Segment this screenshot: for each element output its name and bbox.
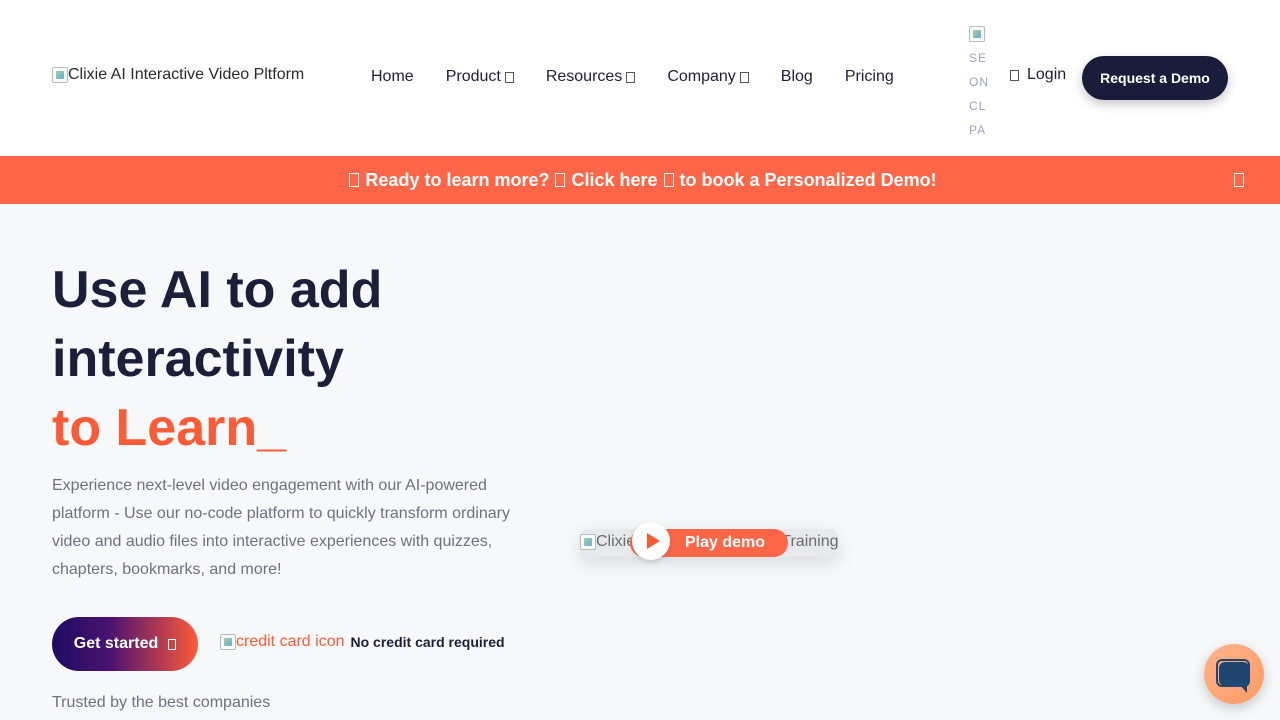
broken-image-icon xyxy=(580,533,596,550)
language-alt-4: PA xyxy=(969,123,987,137)
main-nav: Home Product Resources Company Blog Pric… xyxy=(371,66,926,88)
language-alt-3: CL xyxy=(969,99,987,113)
login-link[interactable]: Login xyxy=(1010,66,1066,84)
nav-blog-label: Blog xyxy=(780,68,813,85)
credit-card-text: No credit card required xyxy=(350,634,505,650)
nav-product-label: Product xyxy=(445,68,501,85)
banner-link[interactable]: Click here xyxy=(571,170,657,191)
close-icon[interactable] xyxy=(1234,173,1244,187)
sparkle-icon xyxy=(349,173,360,187)
chevron-down-icon xyxy=(626,71,636,83)
play-demo-button[interactable]: Play demo xyxy=(630,521,788,560)
chevron-down-icon xyxy=(739,71,749,83)
hero-title-accent: to Learn_ xyxy=(52,399,287,457)
promo-banner[interactable]: Ready to learn more? Click here to book … xyxy=(0,156,1280,204)
nav-blog[interactable]: Blog xyxy=(781,66,813,88)
nav-product[interactable]: Product xyxy=(446,66,514,88)
request-demo-button[interactable]: Request a Demo xyxy=(1082,56,1228,100)
nav-company[interactable]: Company xyxy=(667,66,749,88)
language-alt-2: ON xyxy=(969,75,989,89)
credit-card-alt-text: credit card icon xyxy=(236,633,345,650)
trusted-by-heading: Trusted by the best companies xyxy=(52,694,271,711)
arrow-icon xyxy=(663,173,674,187)
broken-image-icon xyxy=(52,67,68,83)
nav-company-label: Company xyxy=(667,68,736,85)
banner-text-1: Ready to learn more? xyxy=(365,169,550,190)
language-alt-1: SE xyxy=(969,51,988,65)
nav-resources[interactable]: Resources xyxy=(545,66,636,88)
chevron-down-icon xyxy=(504,71,514,83)
credit-card-icon xyxy=(220,634,236,650)
play-demo-label: Play demo xyxy=(685,534,766,551)
banner-text-3: to book a Personalized Demo! xyxy=(679,169,937,190)
site-header: Clixie AI Interactive Video Pltform Home… xyxy=(0,0,1280,156)
login-label: Login xyxy=(1027,66,1067,83)
pointer-icon xyxy=(555,173,566,187)
nav-pricing[interactable]: Pricing xyxy=(845,66,894,88)
nav-home[interactable]: Home xyxy=(371,66,414,88)
chat-widget-button[interactable] xyxy=(1204,644,1264,704)
hero-title-line-2: interactivity xyxy=(52,330,344,388)
flag-icon xyxy=(969,25,985,42)
get-started-label: Get started xyxy=(73,635,159,652)
nav-pricing-label: Pricing xyxy=(844,68,894,85)
logo[interactable]: Clixie AI Interactive Video Pltform xyxy=(52,66,304,84)
nav-home-label: Home xyxy=(371,68,414,85)
get-started-button[interactable]: Get started xyxy=(52,617,198,671)
play-icon-circle xyxy=(632,521,670,560)
arrow-right-icon xyxy=(168,638,177,650)
logo-alt-text: Clixie AI Interactive Video Pltform xyxy=(68,66,305,83)
hero-title: Use AI to add interactivity to Learn_ xyxy=(52,256,572,463)
language-switcher[interactable]: SE ON CL PA xyxy=(969,22,991,142)
chat-icon xyxy=(1216,659,1250,693)
hero-description: Experience next-level video engagement w… xyxy=(52,477,510,578)
play-icon xyxy=(646,532,660,549)
hero-title-line-1: Use AI to add xyxy=(52,261,383,319)
user-icon xyxy=(1010,69,1019,81)
nav-resources-label: Resources xyxy=(545,68,623,85)
no-credit-card-note: credit card icon No credit card required xyxy=(220,633,505,651)
